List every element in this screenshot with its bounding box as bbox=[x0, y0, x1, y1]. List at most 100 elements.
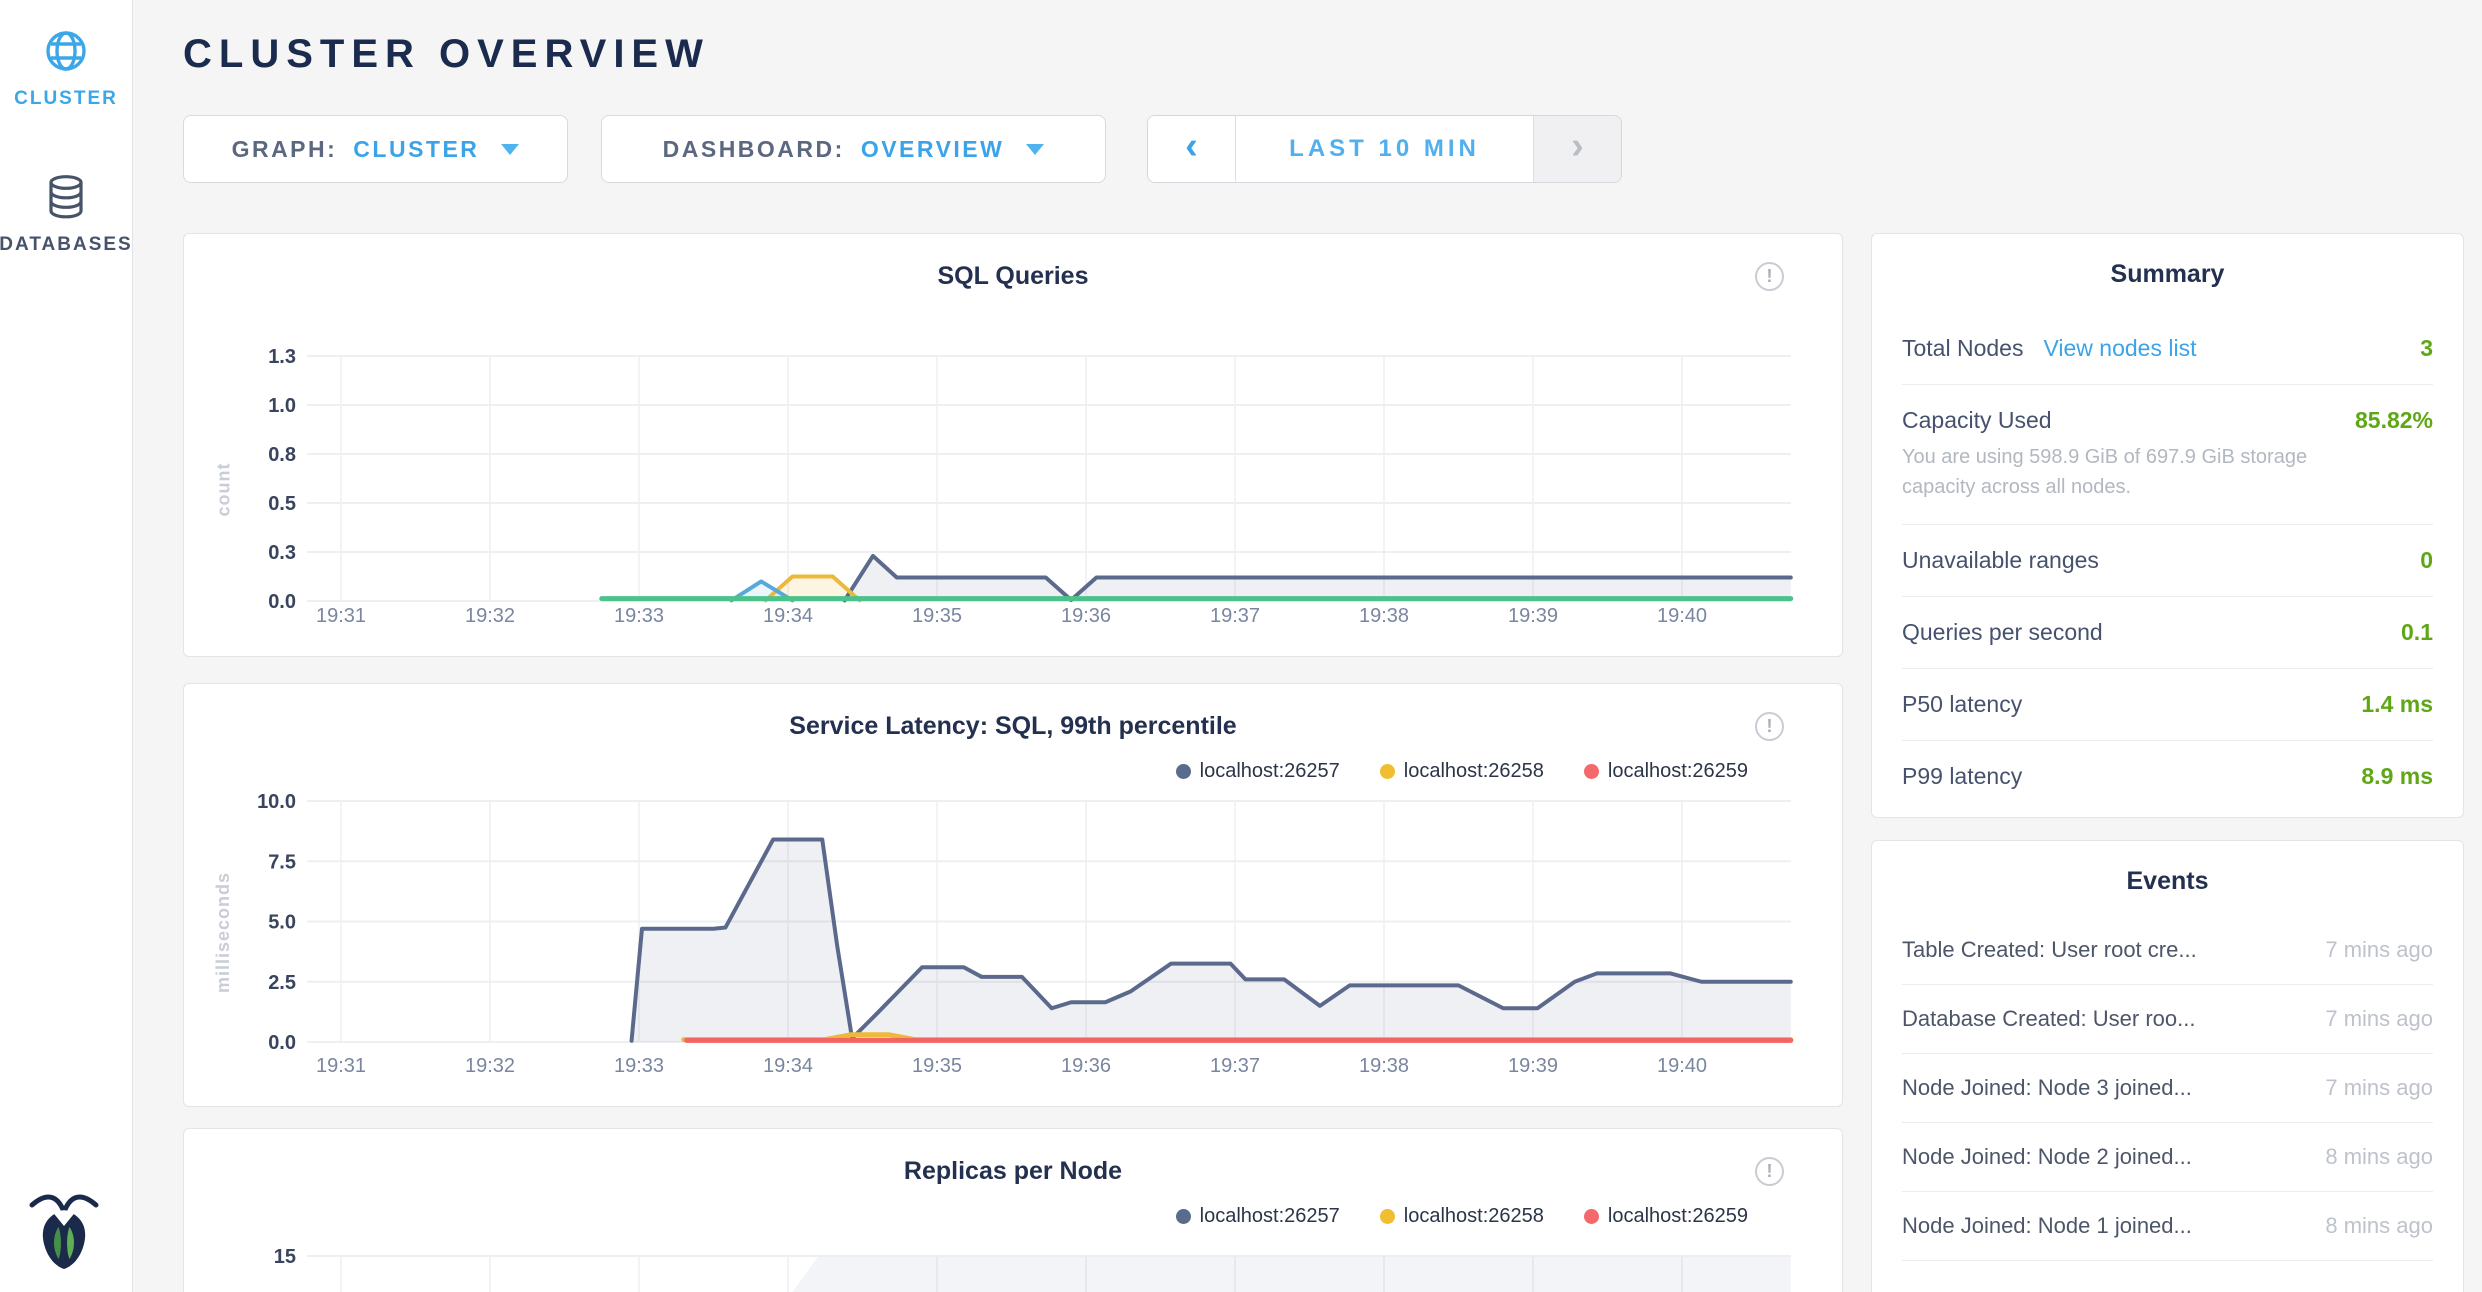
y-tick-label: 7.5 bbox=[268, 851, 296, 873]
summary-row-label: Capacity Used bbox=[1902, 407, 2052, 434]
summary-row: Unavailable ranges 0 bbox=[1902, 525, 2433, 597]
chart-title: Replicas per Node bbox=[184, 1157, 1842, 1186]
x-tick-label: 19:40 bbox=[1657, 605, 1707, 627]
chart-card-sql-queries: 0.00.30.50.81.01.319:3119:3219:3319:3419… bbox=[183, 233, 1843, 657]
summary-row-label: P99 latency bbox=[1902, 763, 2022, 790]
dashboard-content: 0.00.30.50.81.01.319:3119:3219:3319:3419… bbox=[183, 233, 2482, 1292]
legend-entry: localhost:26259 bbox=[1584, 760, 1748, 783]
event-text: Node Joined: Node 2 joined... bbox=[1902, 1144, 2192, 1170]
chart-title: SQL Queries bbox=[184, 262, 1842, 291]
database-icon bbox=[46, 174, 86, 220]
event-text: Table Created: User root cre... bbox=[1902, 937, 2197, 963]
y-tick-label: 0.8 bbox=[268, 444, 296, 466]
event-row[interactable]: Node Joined: Node 1 joined...8 mins ago bbox=[1902, 1192, 2433, 1261]
y-tick-label: 2.5 bbox=[268, 972, 296, 994]
event-row[interactable]: Table Created: User root cre... 7 mins ag… bbox=[1902, 916, 2433, 985]
summary-title: Summary bbox=[1902, 260, 2433, 289]
sidebar-item-label: DATABASES bbox=[0, 234, 133, 256]
info-icon[interactable]: ! bbox=[1755, 1157, 1784, 1186]
legend-entry: localhost:26257 bbox=[1176, 760, 1340, 783]
y-tick-label: 5.0 bbox=[268, 912, 296, 934]
event-row[interactable]: Node Joined: Node 3 joined...7 mins ago bbox=[1902, 1054, 2433, 1123]
summary-row-value: 85.82% bbox=[2355, 407, 2433, 434]
sidebar-item-label: CLUSTER bbox=[14, 88, 118, 110]
x-tick-label: 19:31 bbox=[316, 605, 366, 627]
summary-row-subtext: You are using 598.9 GiB of 697.9 GiB sto… bbox=[1902, 442, 2343, 502]
summary-row-value: 3 bbox=[2420, 335, 2433, 362]
graph-dropdown-value: CLUSTER bbox=[353, 136, 479, 163]
legend-label: localhost:26258 bbox=[1404, 760, 1544, 783]
event-row[interactable]: Database Created: User roo...7 mins ago bbox=[1902, 985, 2433, 1054]
legend-dot-icon bbox=[1176, 1209, 1191, 1224]
x-tick-label: 19:37 bbox=[1210, 605, 1260, 627]
legend-dot-icon bbox=[1584, 764, 1599, 779]
legend-label: localhost:26258 bbox=[1404, 1205, 1544, 1228]
y-tick-label: 1.0 bbox=[268, 395, 296, 417]
time-next-button[interactable]: › bbox=[1533, 116, 1621, 182]
summary-rows: Total NodesView nodes list3Capacity Used… bbox=[1902, 313, 2433, 812]
info-icon[interactable]: ! bbox=[1755, 262, 1784, 291]
summary-panel: Summary Total NodesView nodes list3Capac… bbox=[1871, 233, 2464, 818]
chevron-down-icon bbox=[1026, 144, 1044, 155]
legend-label: localhost:26257 bbox=[1200, 760, 1340, 783]
info-icon[interactable]: ! bbox=[1755, 712, 1784, 741]
main-content: CLUSTER OVERVIEW GRAPH: CLUSTER DASHBOAR… bbox=[133, 0, 2482, 1292]
summary-row: P99 latency8.9 ms bbox=[1902, 741, 2433, 812]
legend-entry: localhost:26258 bbox=[1380, 760, 1544, 783]
x-tick-label: 19:35 bbox=[912, 605, 962, 627]
chart-plot: 0.00.30.50.81.01.319:3119:3219:3319:3419… bbox=[184, 234, 1843, 657]
time-range-label[interactable]: LAST 10 MIN bbox=[1236, 116, 1533, 182]
time-prev-button[interactable]: ‹ bbox=[1148, 116, 1236, 182]
chart-card-service-latency: 0.02.55.07.510.019:3119:3219:3319:3419:3… bbox=[183, 683, 1843, 1107]
summary-row: Capacity Used You are using 598.9 GiB of … bbox=[1902, 385, 2433, 525]
series-area-localhost:26257 bbox=[632, 840, 1791, 1042]
series-area-localhost:26257 bbox=[721, 1257, 1791, 1292]
summary-row-label: Unavailable ranges bbox=[1902, 547, 2099, 574]
dashboard-dropdown-value: OVERVIEW bbox=[861, 136, 1005, 163]
chart-legend: localhost:26257 localhost:26258 localhost:… bbox=[1136, 760, 1748, 783]
cockroach-logo[interactable] bbox=[26, 1189, 102, 1276]
summary-row-label: Queries per second bbox=[1902, 619, 2103, 646]
event-row[interactable]: Node Joined: Node 2 joined... 8 mins ago bbox=[1902, 1123, 2433, 1192]
dashboard-dropdown[interactable]: DASHBOARD: OVERVIEW bbox=[601, 115, 1106, 183]
event-time: 7 mins ago bbox=[2325, 1006, 2433, 1032]
event-time: 8 mins ago bbox=[2325, 1144, 2433, 1170]
summary-row: P50 latency 1.4 ms bbox=[1902, 669, 2433, 741]
x-tick-label: 19:36 bbox=[1061, 605, 1111, 627]
view-nodes-link[interactable]: View nodes list bbox=[2043, 335, 2196, 362]
event-time: 7 mins ago bbox=[2325, 1075, 2433, 1101]
x-tick-label: 19:37 bbox=[1210, 1055, 1260, 1077]
legend-label: localhost:26259 bbox=[1608, 760, 1748, 783]
legend-dot-icon bbox=[1584, 1209, 1599, 1224]
chart-plot: 0.02.55.07.510.019:3119:3219:3319:3419:3… bbox=[184, 684, 1843, 1107]
chart-card-replicas-per-node: 151019:3119:3219:3319:3419:3519:3619:371… bbox=[183, 1128, 1843, 1292]
y-tick-label: 0.3 bbox=[268, 542, 296, 564]
x-tick-label: 19:35 bbox=[912, 1055, 962, 1077]
summary-row-value: 1.4 ms bbox=[2361, 691, 2433, 718]
y-tick-label: 0.0 bbox=[268, 591, 296, 613]
x-tick-label: 19:32 bbox=[465, 1055, 515, 1077]
chevron-right-icon: › bbox=[1571, 125, 1584, 168]
events-rows: Table Created: User root cre... 7 mins ag… bbox=[1902, 916, 2433, 1261]
sidebar-item-databases[interactable]: DATABASES bbox=[0, 174, 132, 256]
charts-column: 0.00.30.50.81.01.319:3119:3219:3319:3419… bbox=[183, 233, 1843, 1292]
x-tick-label: 19:33 bbox=[614, 1055, 664, 1077]
globe-icon bbox=[44, 28, 88, 74]
app-window: CLUSTER DATABASES bbox=[0, 0, 2482, 1292]
chevron-down-icon bbox=[501, 144, 519, 155]
x-tick-label: 19:33 bbox=[614, 605, 664, 627]
y-tick-label: 0.5 bbox=[268, 493, 296, 515]
x-tick-label: 19:34 bbox=[763, 1055, 813, 1077]
summary-row-value: 0 bbox=[2420, 547, 2433, 574]
dashboard-dropdown-label: DASHBOARD: bbox=[663, 136, 845, 163]
x-tick-label: 19:39 bbox=[1508, 605, 1558, 627]
legend-label: localhost:26259 bbox=[1608, 1205, 1748, 1228]
x-tick-label: 19:34 bbox=[763, 605, 813, 627]
event-time: 7 mins ago bbox=[2325, 937, 2433, 963]
sidebar-item-cluster[interactable]: CLUSTER bbox=[0, 28, 132, 110]
legend-entry: localhost:26257 bbox=[1176, 1205, 1340, 1228]
summary-row-label: P50 latency bbox=[1902, 691, 2022, 718]
graph-dropdown[interactable]: GRAPH: CLUSTER bbox=[183, 115, 568, 183]
legend-entry: localhost:26258 bbox=[1380, 1205, 1544, 1228]
legend-dot-icon bbox=[1380, 1209, 1395, 1224]
